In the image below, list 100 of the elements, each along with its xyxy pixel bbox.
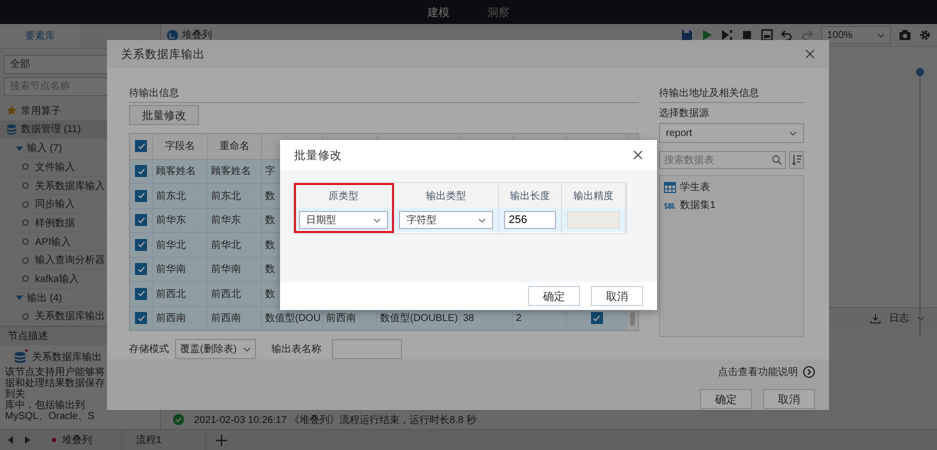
tree-item[interactable]: 同步输入	[35, 197, 75, 212]
tree-item[interactable]: 输出 (4)	[27, 290, 62, 305]
help-link[interactable]: 点击查看功能说明	[718, 365, 798, 379]
table-cell: 顾客姓名	[208, 158, 262, 183]
checkbox[interactable]	[135, 165, 147, 178]
download-icon[interactable]	[870, 312, 881, 324]
mode-tab[interactable]: 洞察	[484, 4, 514, 20]
previous-icon[interactable]	[8, 436, 14, 444]
step-play-icon[interactable]	[721, 29, 733, 41]
checkbox[interactable]	[135, 140, 147, 152]
success-icon	[173, 414, 184, 425]
tree-item[interactable]: 样例数据	[35, 216, 75, 230]
description-text: 据和处理结果数据保存到关	[4, 378, 105, 400]
tree-item[interactable]: 常用算子	[21, 104, 61, 118]
table-cell: 前华东	[153, 208, 208, 232]
library-tab[interactable]: 要素库	[0, 24, 80, 48]
panel-title: 节点描述	[8, 330, 48, 344]
dialog-button[interactable]: 取消	[591, 286, 643, 306]
flow-tab[interactable]: 堆叠列	[38, 430, 122, 450]
sort-icon	[792, 155, 802, 165]
tree-item[interactable]: API输入	[35, 234, 72, 249]
checkbox[interactable]	[135, 238, 147, 251]
flow-tab[interactable]: 流程1	[122, 430, 206, 450]
tree-item[interactable]: 关系数据库输入	[35, 178, 105, 192]
description-text: 该节点支持用户能够将	[4, 367, 105, 378]
zoom-dropdown[interactable]: 100%	[821, 26, 891, 44]
table-cell: 前华南	[208, 256, 262, 281]
caret-down-icon[interactable]	[16, 294, 23, 302]
chevron-down-icon	[917, 316, 925, 320]
table-search-field[interactable]: 搜索数据表	[659, 151, 786, 169]
table-cell: 前华北	[208, 232, 262, 256]
storage-mode-dropdown[interactable]: 覆盖(删除表)	[175, 339, 256, 359]
table-name-field[interactable]	[332, 339, 402, 359]
database-icon	[14, 349, 28, 366]
table-cell: 前西北	[153, 281, 208, 306]
tree-item[interactable]: 输入查询分析器	[35, 253, 105, 268]
type-dropdown[interactable]: 日期型	[299, 211, 388, 229]
canvas-tab[interactable]: 堆叠列	[182, 28, 212, 42]
add-icon[interactable]	[216, 434, 227, 446]
length-field[interactable]: 256	[504, 211, 556, 229]
section-title: 待输出地址及相关信息	[659, 86, 804, 103]
close-icon[interactable]	[633, 150, 643, 160]
batch-edit-button[interactable]: 批量修改	[129, 105, 199, 125]
circle-icon	[22, 312, 29, 320]
circle-icon	[22, 182, 29, 189]
checkbox[interactable]	[135, 214, 147, 226]
column-header: 原类型	[328, 190, 359, 202]
column-header: 重命名	[208, 134, 262, 158]
tree-item[interactable]: kafka输入	[35, 272, 79, 286]
data-source-dropdown[interactable]: report	[659, 123, 804, 143]
undo-icon[interactable]	[781, 29, 793, 41]
chevron-down-icon	[373, 218, 382, 222]
export-icon[interactable]	[761, 29, 773, 41]
log-title[interactable]: 日志	[889, 311, 909, 325]
field-label: 选择数据源	[659, 106, 710, 120]
column-header: 输出长度	[510, 190, 550, 202]
camera-icon[interactable]	[899, 29, 911, 41]
settings-icon[interactable]	[919, 29, 931, 41]
arrow-circle-icon[interactable]	[803, 366, 815, 378]
section-title: 待输出信息	[129, 86, 639, 103]
dialog-button[interactable]: 确定	[528, 286, 580, 306]
tree-item[interactable]: 关系数据库输出	[35, 309, 105, 324]
circle-icon	[22, 219, 29, 226]
table-cell: 前华东	[208, 208, 262, 232]
table-cell: 前西北	[208, 281, 262, 306]
dialog-button[interactable]: 取消	[763, 389, 815, 409]
table-name[interactable]: 学生表	[680, 180, 710, 194]
tree-item[interactable]: 文件输入	[35, 160, 75, 174]
circle-icon	[22, 256, 29, 264]
circle-icon	[22, 200, 29, 208]
tree-item[interactable]: 输入 (7)	[27, 141, 62, 156]
circle-icon	[22, 238, 29, 246]
table-cell: 前西南	[208, 306, 262, 330]
save-icon[interactable]	[681, 29, 693, 41]
next-icon[interactable]	[24, 436, 30, 444]
stop-icon[interactable]	[741, 29, 753, 41]
mode-tab[interactable]: 建模	[424, 4, 454, 20]
checkbox[interactable]	[590, 312, 602, 324]
description-text: 库中，包括输出到MySQL、Oracle、S	[4, 400, 96, 422]
node-name: 关系数据库输出	[32, 350, 102, 364]
type-dropdown[interactable]: 字符型	[399, 211, 493, 229]
table-name[interactable]: 数据集1	[680, 198, 716, 212]
close-icon[interactable]	[805, 49, 815, 59]
field-label: 存储模式	[129, 342, 169, 356]
dialog-button[interactable]: 确定	[700, 389, 752, 409]
column-header: 输出类型	[426, 190, 466, 202]
table-cell: 前东北	[208, 183, 262, 208]
search-icon[interactable]	[772, 155, 782, 165]
checkbox[interactable]	[135, 288, 147, 300]
caret-down-icon[interactable]	[16, 144, 23, 152]
checkbox[interactable]	[135, 190, 147, 202]
checkbox[interactable]	[135, 263, 147, 276]
circle-icon	[22, 275, 29, 282]
table-cell: 前华北	[153, 232, 208, 256]
checkbox[interactable]	[135, 312, 147, 324]
sort-button[interactable]	[789, 151, 804, 169]
scrollbar-thumb[interactable]	[630, 312, 635, 326]
chevron-down-icon	[877, 32, 885, 38]
redo-icon[interactable]	[801, 29, 813, 41]
chevron-down-icon	[789, 130, 797, 136]
